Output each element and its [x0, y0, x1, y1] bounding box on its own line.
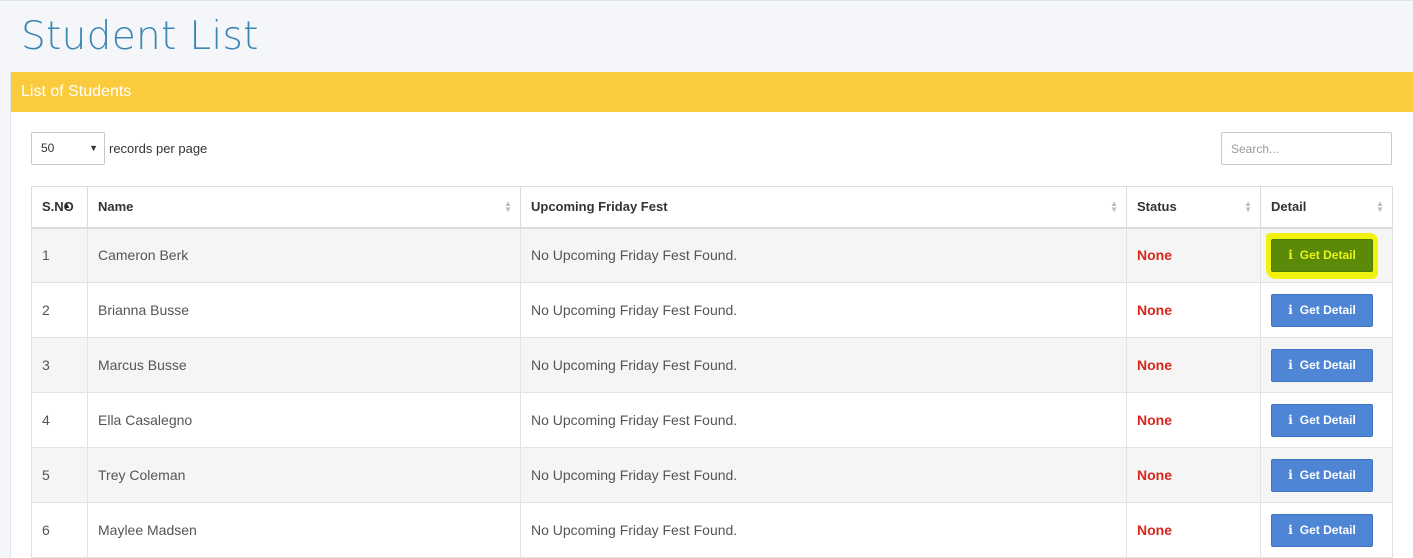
cell-status: None: [1126, 502, 1261, 558]
sort-icon: ▲ ▼: [1376, 198, 1384, 214]
cell-sno: 6: [31, 502, 88, 558]
cell-fest: No Upcoming Friday Fest Found.: [520, 502, 1127, 558]
column-header-status[interactable]: Status ▲ ▼: [1126, 186, 1261, 229]
get-detail-button[interactable]: i Get Detail: [1271, 348, 1373, 382]
table-row: 4 Ella Casalegno No Upcoming Friday Fest…: [31, 392, 1393, 448]
cell-fest: No Upcoming Friday Fest Found.: [520, 447, 1127, 503]
table-header-row: S.NO ▲ Name ▲ ▼ Upcoming Friday Fest ▲ ▼ S…: [31, 186, 1393, 229]
page-size-controls: 50 ▼ records per page: [31, 132, 207, 165]
cell-sno: 4: [31, 392, 88, 448]
cell-detail: i Get Detail: [1260, 337, 1393, 393]
sort-icon: ▲ ▼: [1110, 198, 1118, 214]
sort-icon: ▲ ▼: [1244, 198, 1252, 214]
get-detail-button[interactable]: i Get Detail: [1271, 238, 1373, 272]
table-row: 1 Cameron Berk No Upcoming Friday Fest F…: [31, 227, 1393, 283]
cell-detail: i Get Detail: [1260, 447, 1393, 503]
info-icon: i: [1288, 303, 1293, 317]
info-icon: i: [1288, 468, 1293, 482]
cell-sno: 3: [31, 337, 88, 393]
cell-detail: i Get Detail: [1260, 502, 1393, 558]
cell-name: Maylee Madsen: [87, 502, 521, 558]
cell-detail: i Get Detail: [1260, 282, 1393, 338]
cell-name: Cameron Berk: [87, 227, 521, 283]
cell-status: None: [1126, 337, 1261, 393]
panel-header: List of Students: [11, 72, 1413, 112]
column-header-detail[interactable]: Detail ▲ ▼: [1260, 186, 1393, 229]
info-icon: i: [1288, 413, 1293, 427]
page-size-value: 50: [41, 141, 55, 155]
records-per-page-label: records per page: [109, 141, 208, 156]
students-table: S.NO ▲ Name ▲ ▼ Upcoming Friday Fest ▲ ▼ S…: [31, 186, 1393, 558]
button-highlight: i Get Detail: [1266, 232, 1378, 279]
table-row: 3 Marcus Busse No Upcoming Friday Fest F…: [31, 337, 1393, 393]
info-icon: i: [1288, 523, 1293, 537]
table-row: 2 Brianna Busse No Upcoming Friday Fest …: [31, 282, 1393, 338]
column-header-fest[interactable]: Upcoming Friday Fest ▲ ▼: [520, 186, 1127, 229]
cell-sno: 1: [31, 227, 88, 283]
page-size-select[interactable]: 50 ▼: [31, 132, 105, 165]
get-detail-button[interactable]: i Get Detail: [1271, 403, 1373, 437]
get-detail-button[interactable]: i Get Detail: [1271, 458, 1373, 492]
get-detail-button[interactable]: i Get Detail: [1271, 293, 1373, 327]
cell-fest: No Upcoming Friday Fest Found.: [520, 227, 1127, 283]
cell-status: None: [1126, 227, 1261, 283]
caret-down-icon: ▼: [89, 143, 98, 153]
cell-status: None: [1126, 447, 1261, 503]
search-input[interactable]: [1221, 132, 1392, 165]
column-header-name[interactable]: Name ▲ ▼: [87, 186, 521, 229]
cell-detail: i Get Detail: [1260, 227, 1393, 283]
table-row: 5 Trey Coleman No Upcoming Friday Fest F…: [31, 447, 1393, 503]
get-detail-button[interactable]: i Get Detail: [1271, 513, 1373, 547]
info-icon: i: [1288, 358, 1293, 372]
sort-asc-icon: ▲: [63, 201, 71, 210]
page-title: Student List: [21, 14, 259, 59]
info-icon: i: [1288, 248, 1293, 263]
cell-fest: No Upcoming Friday Fest Found.: [520, 337, 1127, 393]
cell-name: Trey Coleman: [87, 447, 521, 503]
cell-fest: No Upcoming Friday Fest Found.: [520, 392, 1127, 448]
cell-name: Ella Casalegno: [87, 392, 521, 448]
cell-detail: i Get Detail: [1260, 392, 1393, 448]
cell-status: None: [1126, 282, 1261, 338]
cell-name: Brianna Busse: [87, 282, 521, 338]
cell-status: None: [1126, 392, 1261, 448]
table-row: 6 Maylee Madsen No Upcoming Friday Fest …: [31, 502, 1393, 558]
students-panel: List of Students 50 ▼ records per page S…: [10, 72, 1413, 558]
sort-icon: ▲ ▼: [504, 198, 512, 214]
cell-sno: 5: [31, 447, 88, 503]
column-header-sno[interactable]: S.NO ▲: [31, 186, 88, 229]
cell-name: Marcus Busse: [87, 337, 521, 393]
cell-fest: No Upcoming Friday Fest Found.: [520, 282, 1127, 338]
cell-sno: 2: [31, 282, 88, 338]
